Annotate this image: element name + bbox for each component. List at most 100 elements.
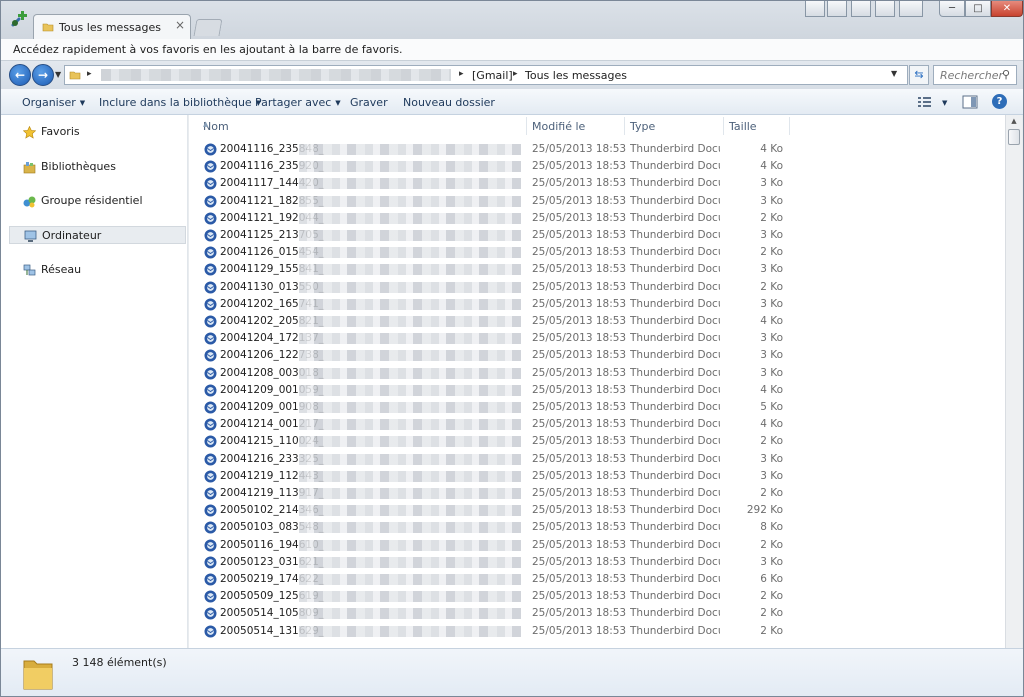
organize-button[interactable]: Organiser ▼	[22, 96, 85, 109]
breadcrumb-separator[interactable]: ▸	[87, 69, 92, 79]
file-modified: 25/05/2013 18:53	[532, 349, 627, 362]
table-row[interactable]: 20050103_083548_ 25/05/2013 18:53 Thunderb…	[189, 519, 789, 536]
maximize-button[interactable]: □	[965, 1, 991, 17]
table-row[interactable]: 20041209_001908_ 25/05/2013 18:53 Thunderb…	[189, 399, 789, 416]
thunderbird-document-icon	[204, 367, 217, 380]
table-row[interactable]: 20050509_125619_ 25/05/2013 18:53 Thunderb…	[189, 588, 789, 605]
breadcrumb-separator[interactable]: ▸	[459, 69, 464, 79]
sidebar-item-reseau[interactable]: Réseau	[9, 261, 186, 279]
table-row[interactable]: 20041121_192044_ 25/05/2013 18:53 Thunderb…	[189, 210, 789, 227]
view-options-icon[interactable]	[917, 94, 935, 110]
table-row[interactable]: 20041209_001059_ 25/05/2013 18:53 Thunderb…	[189, 382, 789, 399]
file-size: 8 Ko	[760, 521, 783, 534]
forward-button[interactable]: →	[32, 64, 54, 86]
extra-window-button-2[interactable]	[827, 1, 847, 17]
search-input[interactable]: Rechercher ... ⚲	[933, 65, 1017, 95]
breadcrumb-separator[interactable]: ▸	[513, 69, 518, 79]
file-modified: 25/05/2013 18:53	[532, 143, 627, 155]
file-name-obscured	[299, 436, 521, 448]
column-header-label: Taille	[729, 120, 757, 133]
file-name-obscured	[299, 453, 521, 465]
sidebar-item-ordinateur[interactable]: Ordinateur	[9, 226, 186, 244]
help-icon[interactable]: ?	[992, 94, 1007, 109]
table-row[interactable]: 20041117_144420_ 25/05/2013 18:53 Thunderb…	[189, 175, 789, 192]
file-modified: 25/05/2013 18:53	[532, 487, 627, 499]
add-favorite-icon[interactable]	[9, 9, 29, 29]
table-row[interactable]: 20041202_165741_ 25/05/2013 18:53 Thunderb…	[189, 296, 789, 313]
extra-window-button-5[interactable]	[899, 1, 923, 17]
extra-window-button-3[interactable]	[851, 1, 871, 17]
file-modified: 25/05/2013 18:53	[532, 383, 627, 396]
minimize-button[interactable]: ─	[939, 1, 965, 17]
table-row[interactable]: 20041130_013550_ 25/05/2013 18:53 Thunderb…	[189, 279, 789, 296]
table-row[interactable]: 20041219_113917_ 25/05/2013 18:53 Thunderb…	[189, 485, 789, 502]
table-row[interactable]: 20041129_155841_ 25/05/2013 18:53 Thunderb…	[189, 261, 789, 278]
scroll-up-icon[interactable]: ▲	[1006, 115, 1022, 127]
sidebar-item-groupe-residentiel[interactable]: Groupe résidentiel	[9, 192, 186, 210]
column-header-type[interactable]: Type	[624, 115, 723, 137]
file-type: Thunderbird Docu...	[630, 280, 720, 293]
address-dropdown-icon[interactable]: ▼	[891, 69, 897, 78]
table-row[interactable]: 20041121_182855_ 25/05/2013 18:53 Thunderb…	[189, 193, 789, 210]
folder-icon	[42, 23, 54, 32]
tab-close-icon[interactable]: ×	[175, 18, 185, 32]
breadcrumb-obscured	[101, 69, 451, 81]
file-size: 2 Ko	[760, 538, 783, 551]
new-folder-button[interactable]: Nouveau dossier	[403, 96, 495, 109]
table-row[interactable]: 20041214_001217_ 25/05/2013 18:53 Thunderb…	[189, 416, 789, 433]
sidebar-item-bibliotheques[interactable]: Bibliothèques	[9, 158, 186, 176]
burn-button[interactable]: Graver	[350, 96, 388, 109]
table-row[interactable]: 20041216_233325_ 25/05/2013 18:53 Thunderb…	[189, 451, 789, 468]
table-row[interactable]: 20041116_235920_ 25/05/2013 18:53 Thunderb…	[189, 158, 789, 175]
table-row[interactable]: 20050116_194610_ 25/05/2013 18:53 Thunderb…	[189, 537, 789, 554]
address-bar[interactable]: ▸ ▸ [Gmail] ▸ Tous les messages ▼	[64, 65, 908, 85]
extra-window-button-1[interactable]	[805, 1, 825, 17]
table-row[interactable]: 20050514_105809_ 25/05/2013 18:53 Thunderb…	[189, 605, 789, 622]
recent-pages-dropdown-icon[interactable]: ▼	[55, 70, 61, 79]
file-modified: 25/05/2013 18:53	[532, 538, 627, 551]
table-row[interactable]: 20041116_235848_ 25/05/2013 18:53 Thunderb…	[189, 141, 789, 158]
view-dropdown-icon[interactable]: ▼	[938, 96, 947, 109]
preview-pane-icon[interactable]	[961, 94, 979, 110]
share-with-button[interactable]: Partager avec ▼	[255, 96, 341, 109]
include-library-button[interactable]: Inclure dans la bibliothèque ▼	[99, 96, 261, 109]
table-row[interactable]: 20041206_122738_ 25/05/2013 18:53 Thunderb…	[189, 347, 789, 364]
file-size: 292 Ko	[746, 504, 783, 517]
scroll-thumb[interactable]	[1008, 129, 1020, 145]
table-row[interactable]: 20041126_015454_ 25/05/2013 18:53 Thunderb…	[189, 244, 789, 261]
column-divider[interactable]	[789, 117, 790, 135]
column-header-size[interactable]: Taille	[723, 115, 789, 137]
table-row[interactable]: 20041219_112443_ 25/05/2013 18:53 Thunderb…	[189, 468, 789, 485]
breadcrumb-gmail[interactable]: [Gmail]	[472, 69, 513, 82]
folder-icon	[69, 71, 81, 80]
table-row[interactable]: 20050219_174622_ 25/05/2013 18:53 Thunderb…	[189, 571, 789, 588]
table-row[interactable]: 20041208_003018_ 25/05/2013 18:53 Thunderb…	[189, 365, 789, 382]
table-row[interactable]: 20041202_205821_ 25/05/2013 18:53 Thunderb…	[189, 313, 789, 330]
table-row[interactable]: 20050102_214346_ 25/05/2013 18:53 Thunderb…	[189, 502, 789, 519]
column-header-modified[interactable]: Modifié le	[526, 115, 624, 137]
vertical-scrollbar[interactable]: ▲	[1005, 115, 1022, 648]
table-row[interactable]: 20041204_172137_ 25/05/2013 18:53 Thunderb…	[189, 330, 789, 347]
extra-window-button-4[interactable]	[875, 1, 895, 17]
navigation-pane: Favoris Bibliothèques Groupe résidentiel…	[1, 115, 188, 648]
thunderbird-document-icon	[204, 384, 217, 397]
file-modified: 25/05/2013 18:53	[532, 418, 627, 431]
file-type: Thunderbird Docu...	[630, 573, 720, 585]
file-name-obscured	[299, 556, 521, 568]
back-button[interactable]: ←	[9, 64, 31, 86]
address-row: ← → ▼ ▸ ▸ [Gmail] ▸ Tous les messages ▼ …	[1, 61, 1023, 95]
file-size: 3 Ko	[760, 177, 783, 190]
refresh-button[interactable]: ⇆	[909, 65, 929, 85]
search-icon[interactable]: ⚲	[1002, 68, 1010, 81]
close-button[interactable]: ✕	[991, 1, 1023, 17]
new-tab-button[interactable]	[193, 19, 223, 36]
tab-tous-les-messages[interactable]: Tous les messages ×	[33, 14, 191, 39]
column-header-name[interactable]: Nom ▲	[197, 115, 527, 137]
table-row[interactable]: 20050514_131629_ 25/05/2013 18:53 Thunderb…	[189, 623, 789, 640]
table-row[interactable]: 20050123_031621_ 25/05/2013 18:53 Thunderb…	[189, 554, 789, 571]
file-modified: 25/05/2013 18:53	[532, 452, 627, 465]
breadcrumb-tous-les-messages[interactable]: Tous les messages	[525, 69, 627, 82]
table-row[interactable]: 20041125_213705_ 25/05/2013 18:53 Thunderb…	[189, 227, 789, 244]
sidebar-item-favoris[interactable]: Favoris	[9, 123, 186, 141]
table-row[interactable]: 20041215_110024_ 25/05/2013 18:53 Thunderb…	[189, 433, 789, 450]
